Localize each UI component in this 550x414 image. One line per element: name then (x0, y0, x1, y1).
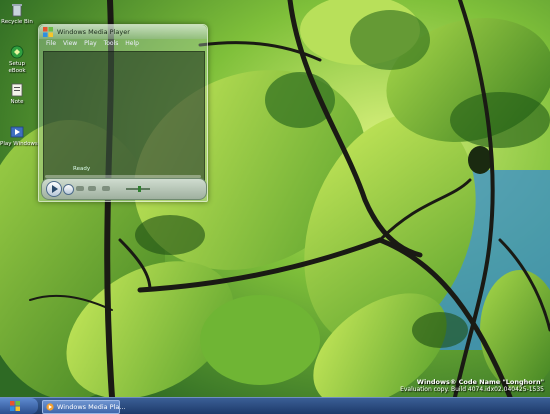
watermark-line1: Windows® Code Name "Longhorn" (416, 378, 544, 386)
mute-button[interactable] (102, 186, 110, 191)
taskbar-button-label: Windows Media Pla... (57, 403, 126, 411)
menu-bar: File View Play Tools Help (41, 40, 205, 50)
start-button[interactable] (0, 398, 38, 414)
stop-button[interactable] (63, 184, 74, 195)
menu-file[interactable]: File (46, 40, 56, 47)
recycle-bin-icon (12, 4, 22, 17)
watermark-line2: Evaluation copy. Build 4074.idx02.040425… (400, 386, 544, 393)
menu-tools[interactable]: Tools (104, 40, 119, 47)
desktop: Recycle Bin Setup eBook Note Play Window… (0, 0, 550, 397)
media-player-window[interactable]: Windows Media Player File View Play Tool… (38, 24, 208, 202)
taskbar-button-media-player[interactable]: Windows Media Pla... (42, 400, 126, 414)
media-icon (10, 126, 24, 138)
play-button[interactable] (46, 181, 62, 197)
transport-controls (41, 178, 207, 200)
status-text: Ready (73, 166, 91, 172)
title-bar[interactable]: Windows Media Player (39, 25, 207, 39)
previous-button[interactable] (76, 186, 84, 191)
windows-logo-icon (43, 27, 53, 37)
menu-help[interactable]: Help (125, 40, 139, 47)
desktop-icon-sublabel: eBook (8, 68, 26, 74)
next-button[interactable] (88, 186, 96, 191)
desktop-icon-label: Recycle Bin (1, 19, 33, 25)
windows-logo-icon (10, 401, 20, 411)
desktop-icon-setup[interactable]: Setup eBook (0, 44, 34, 74)
status-bar: Ready (43, 165, 203, 174)
build-watermark: Windows® Code Name "Longhorn" Evaluation… (400, 378, 544, 394)
volume-knob[interactable] (138, 186, 141, 192)
setup-icon (10, 45, 24, 59)
desktop-icon-recycle-bin[interactable]: Recycle Bin (0, 2, 34, 25)
media-player-icon (46, 403, 54, 411)
window-title: Windows Media Player (57, 28, 130, 36)
desktop-icon-label: Play Windows (0, 141, 38, 147)
menu-play[interactable]: Play (84, 40, 97, 47)
desktop-icon-media[interactable]: Play Windows (0, 124, 38, 147)
menu-view[interactable]: View (63, 40, 77, 47)
note-icon (11, 83, 23, 97)
desktop-icon-note[interactable]: Note (0, 82, 34, 105)
desktop-icon-label: Note (10, 99, 24, 105)
taskbar: Windows Media Pla... (0, 397, 550, 414)
volume-slider[interactable] (126, 186, 150, 192)
desktop-icon-label: Setup (8, 61, 25, 67)
